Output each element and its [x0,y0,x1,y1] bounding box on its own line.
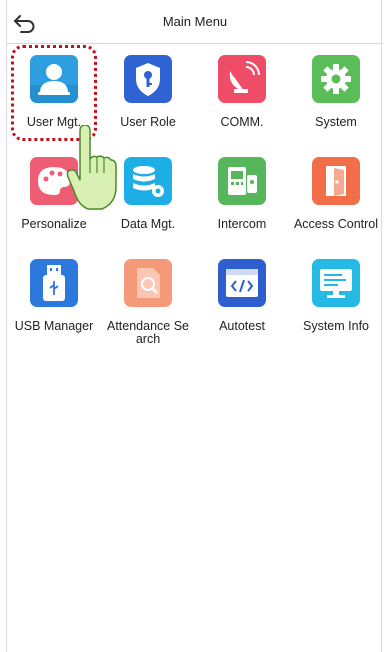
menu-item-label: Personalize [21,217,87,231]
menu-item-label: System Info [303,319,369,333]
menu-item-system[interactable]: System [289,50,383,150]
menu-item-personalize[interactable]: Personalize [7,152,101,252]
monitor-icon [312,259,360,307]
menu-item-label: Attendance Search [107,319,190,346]
page-title: Main Menu [162,14,228,29]
palette-icon [30,157,78,205]
menu-item-label: Intercom [217,217,267,231]
menu-item-label: User Mgt. [26,115,82,129]
menu-item-label: Autotest [219,319,265,333]
menu-item-label: System [315,115,357,129]
menu-item-label: Data Mgt. [120,217,176,231]
satellite-dish-icon [218,55,266,103]
menu-item-user-mgt[interactable]: User Mgt. [7,50,101,150]
usb-icon [30,259,78,307]
code-window-icon [218,259,266,307]
menu-item-autotest[interactable]: Autotest [195,254,289,354]
database-gear-icon [124,157,172,205]
menu-item-system-info[interactable]: System Info [289,254,383,354]
menu-item-intercom[interactable]: Intercom [195,152,289,252]
menu-item-access-control[interactable]: Access Control [289,152,383,252]
menu-item-label: COMM. [220,115,264,129]
menu-item-label: Access Control [293,217,379,231]
menu-item-data-mgt[interactable]: Data Mgt. [101,152,195,252]
menu-item-user-role[interactable]: User Role [101,50,195,150]
door-icon [312,157,360,205]
menu-item-label: User Role [120,115,176,129]
menu-item-usb-manager[interactable]: USB Manager [7,254,101,354]
shield-key-icon [124,55,172,103]
intercom-phone-icon [218,157,266,205]
menu-item-label: USB Manager [14,319,94,333]
user-icon [30,55,78,103]
gear-icon [312,55,360,103]
header-bar: Main Menu [7,0,383,44]
menu-item-attendance-search[interactable]: Attendance Search [101,254,195,354]
app-frame: Main Menu User Mgt. User Role COMM. Syst… [6,0,383,652]
search-document-icon [124,259,172,307]
menu-item-comm[interactable]: COMM. [195,50,289,150]
